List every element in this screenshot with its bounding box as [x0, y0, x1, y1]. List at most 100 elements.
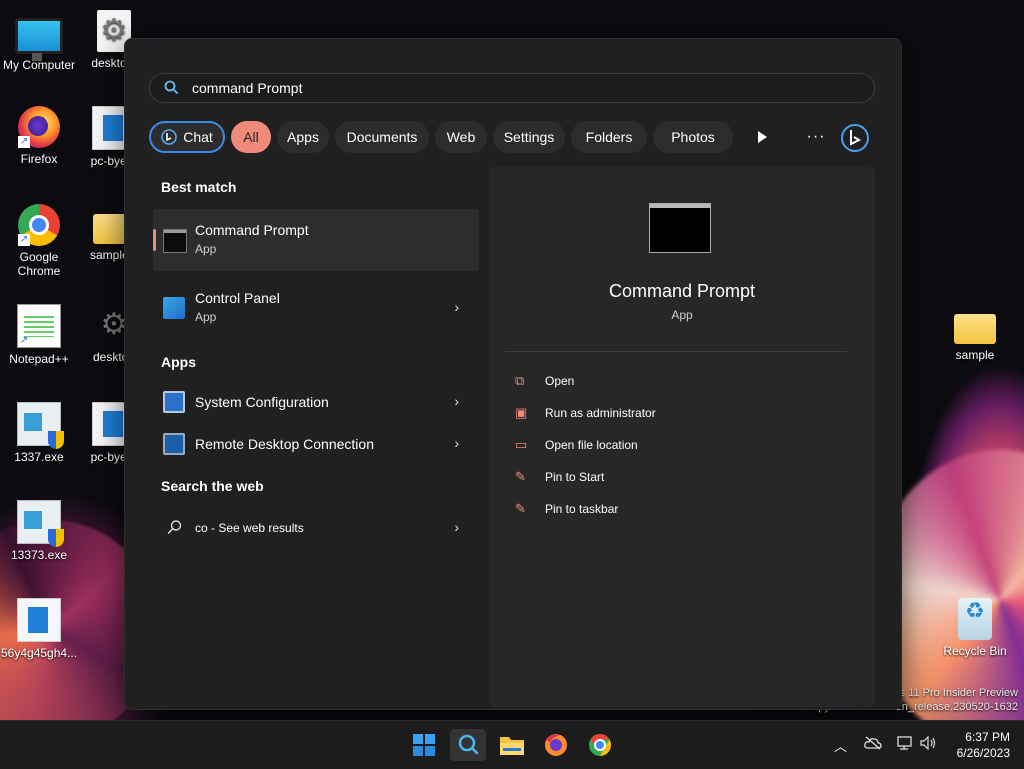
details-pane: Command Prompt App ⧉ Open ▣ Run as adminis… [489, 167, 875, 707]
cloud-icon [864, 736, 882, 750]
open-icon: ⧉ [515, 373, 525, 388]
action-label: Run as administrator [545, 406, 656, 420]
firefox-icon: ↗ [18, 106, 60, 148]
tab-all[interactable]: All [231, 121, 271, 153]
chevron-right-icon[interactable]: › [454, 299, 459, 315]
tab-documents[interactable]: Documents [335, 121, 429, 153]
pin-icon: ✎ [515, 501, 526, 516]
gear-icon: ⚙ [100, 14, 128, 47]
shortcut-arrow-icon: ↗ [18, 136, 30, 148]
admin-icon: ▣ [515, 405, 528, 420]
speaker-icon [920, 735, 936, 751]
chevron-right-icon[interactable]: › [454, 435, 459, 451]
system-configuration-icon [163, 391, 185, 413]
chevron-right-icon[interactable]: › [454, 393, 459, 409]
desktop-icon-my-computer[interactable]: My Computer [1, 10, 77, 72]
desktop-icon-notepad[interactable]: ↗ Notepad++ [1, 304, 77, 366]
command-prompt-large-icon [649, 203, 711, 253]
tab-web[interactable]: Web [435, 121, 487, 153]
folder-icon [954, 314, 996, 344]
onedrive-button[interactable] [864, 736, 882, 753]
details-title: Command Prompt [608, 281, 756, 301]
start-icon [413, 734, 435, 756]
search-web-heading: Search the web [161, 478, 264, 494]
tab-settings[interactable]: Settings [493, 121, 565, 153]
desktop-icon-label: sample [955, 348, 995, 362]
result-title: Command Prompt [195, 222, 309, 238]
result-control-panel[interactable]: Control Panel App › [153, 277, 479, 339]
action-label: Pin to taskbar [545, 502, 619, 516]
folder-icon: ▭ [515, 437, 528, 452]
taskbar-search-button[interactable] [450, 729, 486, 761]
more-tabs-button[interactable] [747, 121, 777, 153]
pin-icon: ✎ [515, 469, 526, 484]
taskbar-chrome[interactable] [582, 729, 618, 761]
monitor-icon [15, 18, 63, 61]
tab-folders[interactable]: Folders [571, 121, 647, 153]
clock-date: 6/26/2023 [956, 746, 1010, 760]
remote-desktop-icon [163, 433, 185, 455]
desktop-icon-label: Google Chrome [17, 250, 61, 278]
more-options-button[interactable]: ··· [801, 121, 831, 153]
desktop-icon-firefox[interactable]: ↗ Firefox [1, 106, 77, 166]
exe-icon [17, 402, 64, 449]
result-command-prompt[interactable]: Command Prompt App [153, 209, 479, 271]
tab-apps[interactable]: Apps [277, 121, 329, 153]
chevron-right-icon[interactable]: › [454, 519, 459, 535]
show-hidden-icons-button[interactable]: ︿ [834, 736, 847, 755]
desktop-icon-1337[interactable]: 1337.exe [1, 402, 77, 464]
best-match-heading: Best match [161, 179, 237, 195]
search-icon [167, 520, 182, 534]
web-query: co [195, 521, 208, 535]
tab-chat-label: Chat [183, 129, 213, 145]
web-result-text: co - See web results [195, 521, 304, 535]
search-icon [458, 734, 479, 755]
search-box[interactable] [149, 73, 875, 103]
taskbar: ︿ 6:37 PM 6/26/2023 [0, 720, 1024, 769]
desktop-icon-chrome[interactable]: ↗ Google Chrome [1, 204, 77, 278]
desktop-icon-label: 56y4g45gh4... [1, 646, 78, 660]
start-button[interactable] [406, 729, 442, 761]
bing-button[interactable] [837, 121, 873, 153]
result-subtitle: App [195, 310, 217, 324]
bing-chat-icon [161, 129, 178, 145]
clock[interactable]: 6:37 PM 6/26/2023 [957, 729, 1010, 761]
tab-photos[interactable]: Photos [653, 121, 733, 153]
taskbar-firefox[interactable] [538, 729, 574, 761]
result-remote-desktop[interactable]: Remote Desktop Connection › [153, 423, 479, 465]
taskbar-file-explorer[interactable] [494, 729, 530, 761]
bing-icon [841, 124, 869, 153]
result-title: System Configuration [195, 394, 329, 410]
recycle-bin-icon [958, 598, 992, 640]
desktop-icon-sample-folder[interactable]: sample [937, 304, 1013, 362]
network-button[interactable] [896, 736, 914, 753]
result-title: Control Panel [195, 290, 280, 306]
network-icon [897, 736, 912, 750]
details-subtitle: App [671, 308, 693, 322]
result-subtitle: App [195, 242, 217, 256]
volume-button[interactable] [920, 735, 938, 753]
desktop-icon-recycle-bin[interactable]: Recycle Bin [937, 598, 1013, 658]
desktop-icon-56y4g45gh4[interactable]: 56y4g45gh4... [1, 598, 77, 660]
ellipsis-icon: ··· [806, 128, 826, 145]
search-icon [164, 80, 178, 94]
file-explorer-icon [500, 737, 524, 755]
firefox-icon [545, 734, 567, 756]
desktop-icon-13373[interactable]: 13373.exe [1, 500, 77, 562]
action-label: Open [545, 374, 575, 388]
result-web-search[interactable]: co - See web results › [153, 507, 479, 549]
uac-shield-icon [48, 529, 64, 547]
clock-time: 6:37 PM [965, 730, 1010, 744]
result-system-configuration[interactable]: System Configuration › [153, 381, 479, 423]
control-panel-icon [163, 297, 185, 319]
desktop-icon-label: Firefox [20, 152, 58, 166]
chevron-up-icon: ︿ [834, 739, 848, 754]
tab-chat[interactable]: Chat [149, 121, 225, 153]
app-file-icon [17, 598, 61, 642]
desktop-icon-label: 13373.exe [10, 548, 68, 562]
action-label: Pin to Start [545, 470, 605, 484]
shortcut-arrow-icon: ↗ [18, 335, 30, 347]
uac-shield-icon [48, 431, 64, 449]
search-input[interactable] [192, 77, 832, 99]
action-label: Open file location [545, 438, 638, 452]
